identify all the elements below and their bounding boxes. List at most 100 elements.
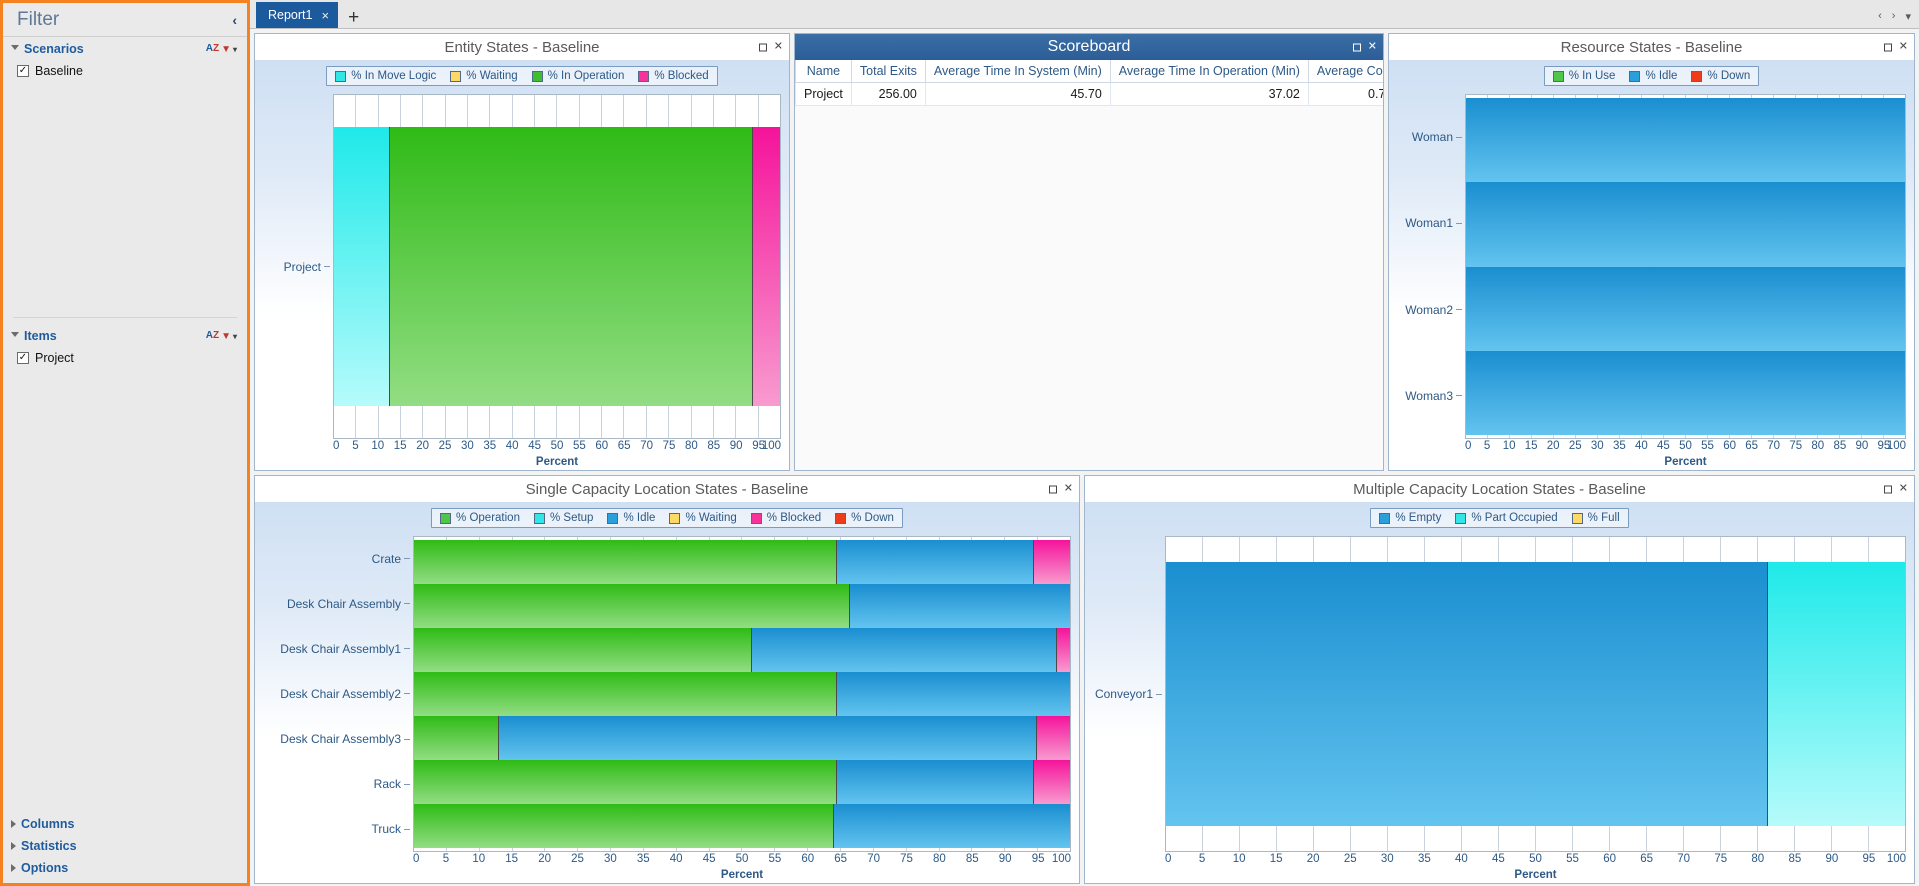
x-tick: 80: [684, 440, 698, 452]
panel-title-bar-multiple-capacity: Multiple Capacity Location States - Base…: [1085, 476, 1914, 502]
bar-segment-operation[interactable]: [414, 804, 834, 848]
column-header-name[interactable]: Name: [795, 60, 852, 83]
bar-segment-operation[interactable]: [414, 672, 838, 716]
close-icon[interactable]: ×: [321, 8, 329, 23]
sidebar-group-label-items: Items: [24, 329, 57, 343]
sort-filter-icon-items[interactable]: AZ ▼ ▾: [206, 331, 237, 342]
bar-row-conveyor1[interactable]: [1166, 561, 1905, 827]
column-header-total-exits[interactable]: Total Exits: [850, 60, 926, 83]
bar-segment-idle[interactable]: [833, 804, 1070, 848]
table-row[interactable]: Project 256.00 45.70 37.02 0.79: [795, 82, 1383, 106]
legend-item[interactable]: % Waiting: [669, 512, 737, 524]
restore-window-icon[interactable]: [1048, 485, 1057, 493]
tab-report1[interactable]: Report1 ×: [256, 2, 339, 28]
bar-row-truck[interactable]: [414, 804, 1070, 848]
bar-segment-blocked[interactable]: [1033, 540, 1070, 584]
sort-filter-icon-scenarios[interactable]: AZ ▼ ▾: [206, 44, 237, 55]
bar-segment-operation[interactable]: [414, 716, 500, 760]
tab-menu-icon[interactable]: ▾: [1905, 10, 1911, 23]
sidebar-group-items[interactable]: Items AZ ▼ ▾: [3, 324, 247, 348]
restore-window-icon[interactable]: [1883, 485, 1892, 493]
legend-item[interactable]: % Down: [835, 512, 894, 524]
legend-item[interactable]: % Full: [1571, 512, 1620, 524]
bar-segment-idle[interactable]: [850, 584, 1070, 628]
chevron-left-icon[interactable]: ‹: [232, 12, 237, 28]
checkbox-project[interactable]: ✓: [17, 352, 29, 364]
legend-item[interactable]: % Setup: [533, 512, 593, 524]
bar-segment-idle[interactable]: [1466, 98, 1905, 183]
bar-segment-operation[interactable]: [414, 584, 851, 628]
x-tick: 25: [1568, 440, 1582, 452]
bar-row-woman1[interactable]: [1466, 182, 1905, 267]
bar-row-desk-chair-assembly2[interactable]: [414, 672, 1070, 716]
legend-item[interactable]: % Empty: [1379, 512, 1441, 524]
close-window-icon[interactable]: ✕: [1899, 483, 1908, 495]
legend-item[interactable]: % In Move Logic: [335, 70, 436, 82]
bar-segment-idle[interactable]: [499, 716, 1038, 760]
bar-segment-blocked[interactable]: [1037, 716, 1070, 760]
legend-item[interactable]: % Operation: [440, 512, 520, 524]
bar-segment-in-move-logic[interactable]: [334, 126, 390, 407]
y-tick-label: Project: [263, 94, 330, 439]
x-tick: 5: [352, 440, 359, 452]
bar-segment-operation[interactable]: [414, 760, 838, 804]
sidebar-group-options[interactable]: Options: [3, 857, 247, 879]
tab-prev-icon[interactable]: ‹: [1878, 10, 1882, 23]
legend-item[interactable]: % In Use: [1552, 70, 1615, 82]
checkbox-baseline[interactable]: ✓: [17, 65, 29, 77]
bar-segment-idle[interactable]: [837, 672, 1070, 716]
bar-segment-blocked[interactable]: [1056, 628, 1070, 672]
legend-item[interactable]: % Down: [1691, 70, 1750, 82]
close-window-icon[interactable]: ✕: [1899, 41, 1908, 53]
bar-row-woman[interactable]: [1466, 98, 1905, 183]
bar-row-woman3[interactable]: [1466, 350, 1905, 435]
legend-item[interactable]: % Idle: [1629, 70, 1677, 82]
restore-window-icon[interactable]: [758, 43, 767, 51]
bar-segment-idle[interactable]: [751, 628, 1057, 672]
column-header-avg-time-system[interactable]: Average Time In System (Min): [924, 60, 1111, 83]
sidebar-item-project[interactable]: ✓ Project: [3, 348, 247, 368]
bar-segment-operation[interactable]: [414, 540, 838, 584]
close-window-icon[interactable]: ✕: [1368, 41, 1377, 53]
bar-row-desk-chair-assembly3[interactable]: [414, 716, 1070, 760]
sidebar-group-statistics[interactable]: Statistics: [3, 835, 247, 857]
legend-item[interactable]: % Blocked: [750, 512, 821, 524]
legend-item[interactable]: % In Operation: [531, 70, 624, 82]
legend-item[interactable]: % Part Occupied: [1455, 512, 1558, 524]
bar-segment-blocked[interactable]: [1033, 760, 1070, 804]
bar-segment-idle[interactable]: [837, 760, 1034, 804]
add-tab-button[interactable]: +: [338, 8, 369, 28]
bar-segment-idle[interactable]: [1466, 350, 1905, 435]
column-header-avg-time-operation[interactable]: Average Time In Operation (Min): [1109, 60, 1309, 83]
sidebar-item-baseline[interactable]: ✓ Baseline: [3, 61, 247, 81]
bar-row-woman2[interactable]: [1466, 266, 1905, 351]
x-tick: 50: [735, 853, 749, 865]
y-tick-label: Woman2: [1397, 267, 1462, 353]
bar-segment-operation[interactable]: [414, 628, 752, 672]
bar-row-crate[interactable]: [414, 540, 1070, 584]
bar-segment-idle[interactable]: [1466, 266, 1905, 351]
bar-row-rack[interactable]: [414, 760, 1070, 804]
column-header-avg-cost[interactable]: Average Cost: [1307, 60, 1383, 83]
bar-segment-idle[interactable]: [1466, 182, 1905, 267]
tab-next-icon[interactable]: ›: [1892, 10, 1896, 23]
restore-window-icon[interactable]: [1883, 43, 1892, 51]
bar-segment-part-occupied[interactable]: [1768, 561, 1905, 827]
bar-row-desk-chair-assembly[interactable]: [414, 584, 1070, 628]
restore-window-icon[interactable]: [1352, 43, 1361, 51]
legend-item[interactable]: % Blocked: [638, 70, 709, 82]
bar-segment-idle[interactable]: [837, 540, 1034, 584]
bar-segment-empty[interactable]: [1166, 561, 1769, 827]
bar-segment-in-operation[interactable]: [389, 126, 754, 407]
x-tick: 90: [1825, 853, 1839, 865]
sidebar-group-columns[interactable]: Columns: [3, 813, 247, 835]
x-axis-entity-states: 0 5 10 15 20 25 30 35 40 45 50 55 60 65 …: [263, 439, 781, 454]
close-window-icon[interactable]: ✕: [1064, 483, 1073, 495]
close-window-icon[interactable]: ✕: [774, 41, 783, 53]
legend-item[interactable]: % Waiting: [450, 70, 518, 82]
legend-item[interactable]: % Idle: [607, 512, 655, 524]
bar-segment-blocked[interactable]: [753, 126, 780, 407]
sidebar-group-scenarios[interactable]: Scenarios AZ ▼ ▾: [3, 37, 247, 61]
bar-row-project[interactable]: [334, 126, 780, 407]
bar-row-desk-chair-assembly1[interactable]: [414, 628, 1070, 672]
